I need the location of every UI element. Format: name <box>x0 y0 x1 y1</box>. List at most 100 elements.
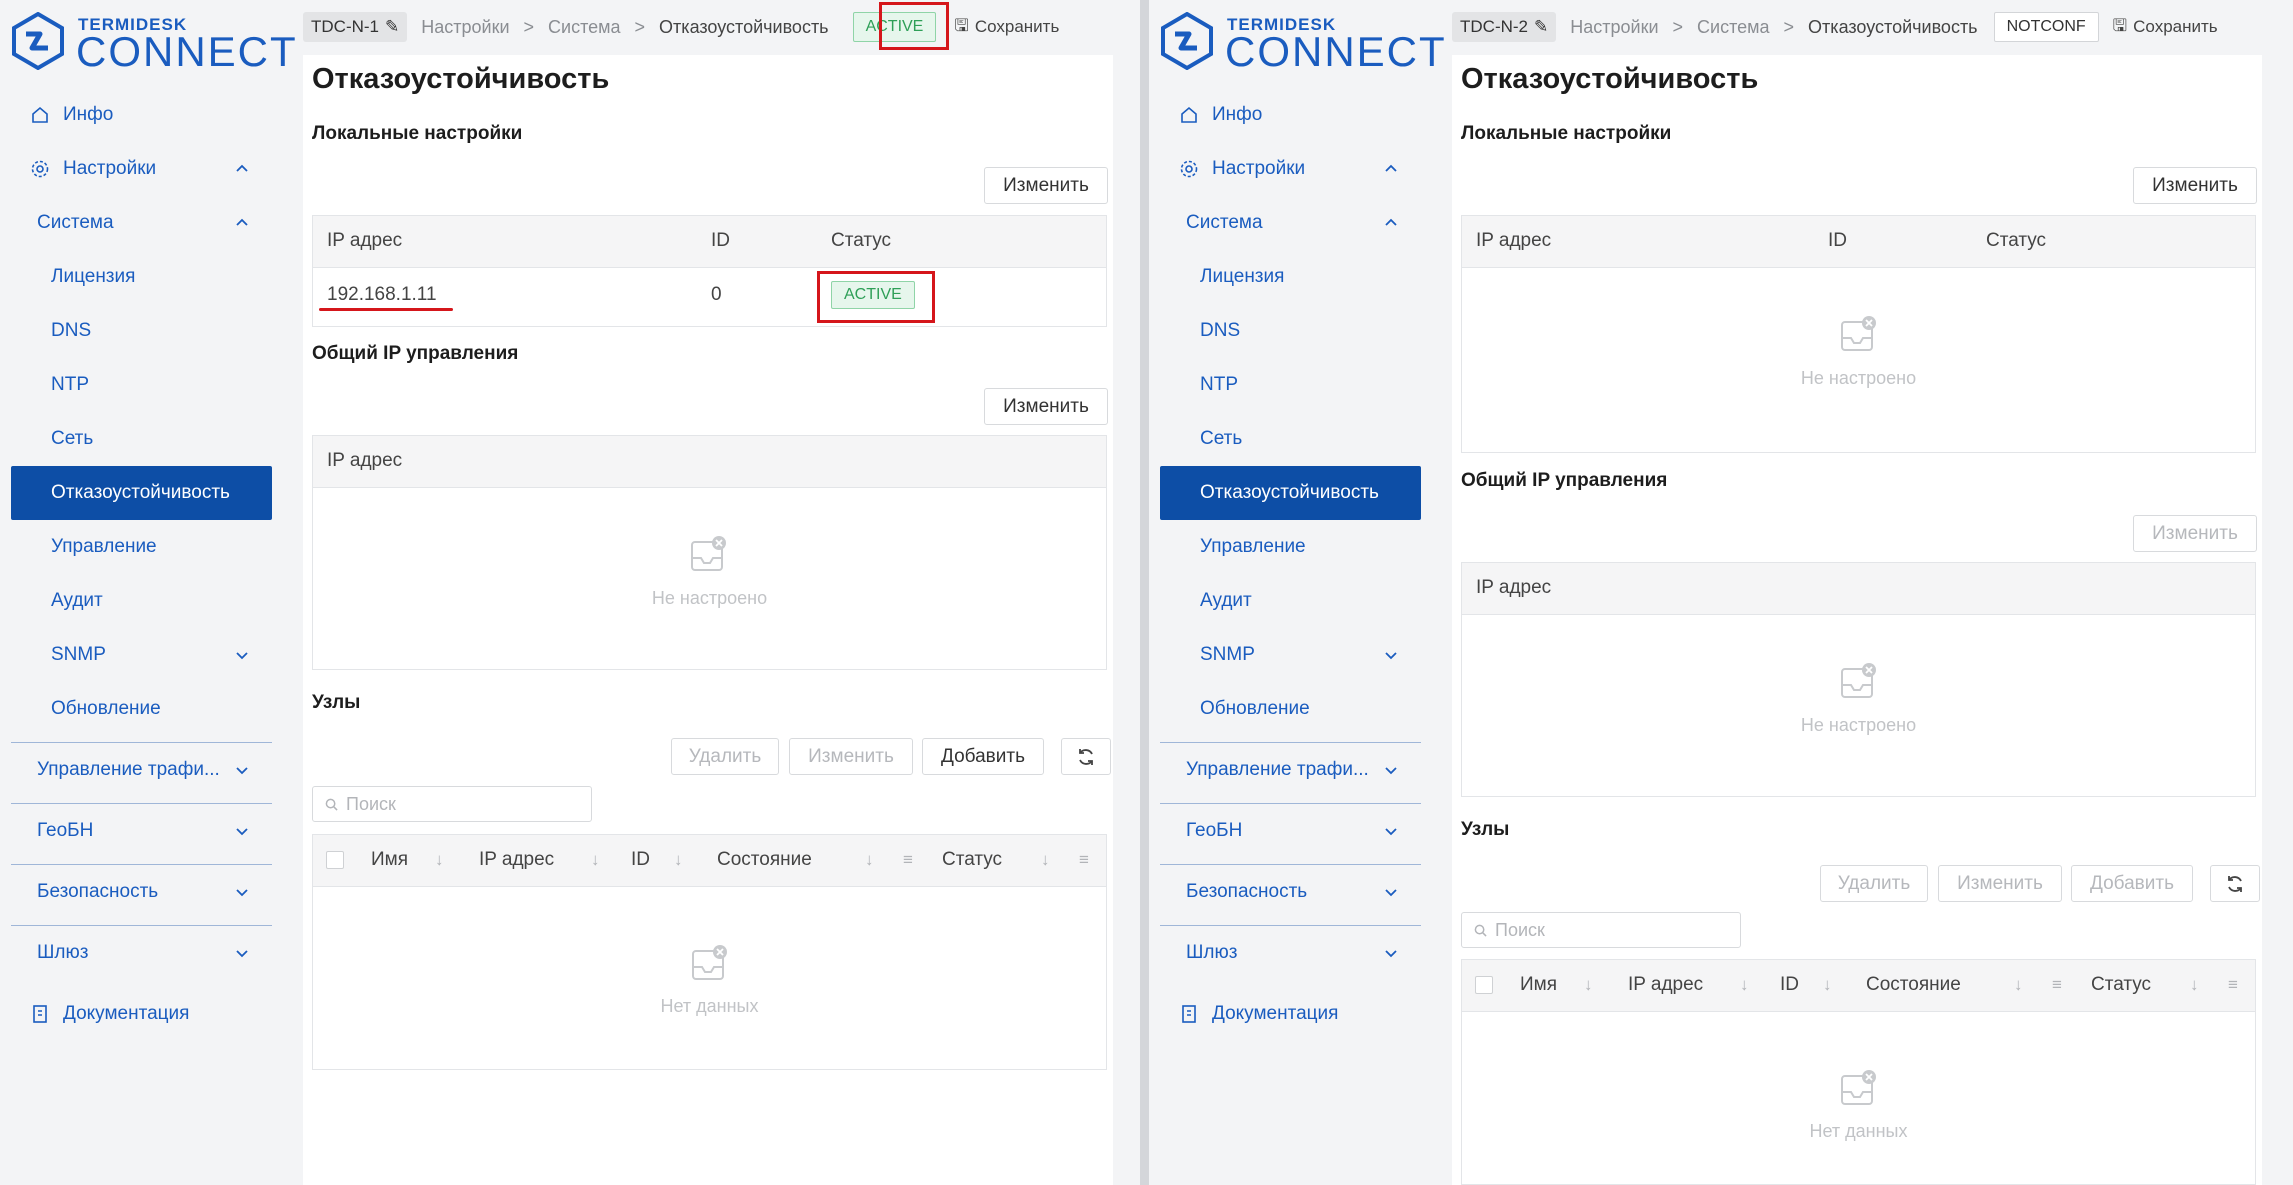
breadcrumb-system[interactable]: Система <box>548 17 621 38</box>
table-header: IP адрес ID Статус <box>313 216 1106 268</box>
breadcrumb-system[interactable]: Система <box>1697 17 1770 38</box>
nav-dns[interactable]: DNS <box>11 304 272 358</box>
topbar: TDC-N-2 ✎ Настройки > Система > Отказоуст… <box>1452 10 2262 44</box>
search-icon <box>1474 924 1487 937</box>
nav-dns-label: DNS <box>51 320 92 341</box>
add-button[interactable]: Добавить <box>2071 865 2193 902</box>
nav-geobn[interactable]: ГеоБН <box>11 803 272 858</box>
delete-button[interactable]: Удалить <box>671 738 779 775</box>
refresh-button[interactable] <box>2210 865 2260 902</box>
local-table: IP адрес ID Статус Не настроено <box>1461 215 2256 453</box>
filter-icon[interactable]: ≡ <box>1079 850 1089 870</box>
save-button[interactable]: 🖫 Сохранить <box>2113 13 2218 42</box>
edit-button[interactable]: Изменить <box>984 388 1108 425</box>
nav-failover[interactable]: Отказоустойчивость <box>1160 466 1421 520</box>
nav-audit[interactable]: Аудит <box>11 574 272 628</box>
nav-snmp[interactable]: SNMP <box>1160 628 1421 682</box>
col-ip[interactable]: IP адрес <box>1628 974 1703 996</box>
chevron-down-icon <box>1385 767 1397 775</box>
filter-icon[interactable]: ≡ <box>2052 975 2062 995</box>
nav-info[interactable]: Инфо <box>1160 88 1421 142</box>
col-status[interactable]: Статус <box>942 849 1002 871</box>
edit-button[interactable]: Изменить <box>2133 167 2257 204</box>
nav-docs[interactable]: Документация <box>1160 986 1421 1041</box>
sort-icon[interactable]: ↓ <box>865 850 874 870</box>
nav-settings[interactable]: Настройки <box>1160 142 1421 196</box>
section-shared-ip: Общий IP управления <box>1461 470 1668 491</box>
nav-info[interactable]: Инфо <box>11 88 272 142</box>
col-status[interactable]: Статус <box>2091 974 2151 996</box>
node-chip[interactable]: TDC-N-1 ✎ <box>303 12 408 42</box>
nav-settings[interactable]: Настройки <box>11 142 272 196</box>
nav-info-label: Инфо <box>63 104 114 125</box>
nav-gateway[interactable]: Шлюз <box>1160 925 1421 980</box>
sort-icon[interactable]: ↓ <box>435 850 444 870</box>
nav-license[interactable]: Лицензия <box>11 250 272 304</box>
nav-security[interactable]: Безопасность <box>1160 864 1421 919</box>
nav-management-label: Управление <box>51 536 157 557</box>
nav-snmp-label: SNMP <box>51 644 106 665</box>
nav-docs[interactable]: Документация <box>11 986 272 1041</box>
nav-traffic[interactable]: Управление трафи... <box>1160 742 1421 797</box>
sort-icon[interactable]: ↓ <box>1740 975 1749 995</box>
nav-update[interactable]: Обновление <box>11 682 272 736</box>
nav-ntp[interactable]: NTP <box>11 358 272 412</box>
search-input[interactable]: Поиск <box>1461 912 1741 948</box>
nav-management[interactable]: Управление <box>1160 520 1421 574</box>
edit-button[interactable]: Изменить <box>1938 865 2062 902</box>
col-ip[interactable]: IP адрес <box>479 849 554 871</box>
nav-system[interactable]: Система <box>1160 196 1421 250</box>
nav-update[interactable]: Обновление <box>1160 682 1421 736</box>
filter-icon[interactable]: ≡ <box>903 850 913 870</box>
nav-geobn[interactable]: ГеоБН <box>1160 803 1421 858</box>
breadcrumb-settings[interactable]: Настройки <box>1570 17 1658 38</box>
select-all-checkbox[interactable] <box>1475 976 1493 994</box>
nav-failover-label: Отказоустойчивость <box>1200 482 1379 503</box>
nav-dns[interactable]: DNS <box>1160 304 1421 358</box>
sort-icon[interactable]: ↓ <box>1584 975 1593 995</box>
col-id[interactable]: ID <box>1780 974 1799 996</box>
delete-button[interactable]: Удалить <box>1820 865 1928 902</box>
pencil-icon: ✎ <box>1534 17 1549 36</box>
nav-network[interactable]: Сеть <box>11 412 272 466</box>
sort-icon[interactable]: ↓ <box>674 850 683 870</box>
nav-gateway[interactable]: Шлюз <box>11 925 272 980</box>
edit-button[interactable]: Изменить <box>2133 515 2257 552</box>
nav-network[interactable]: Сеть <box>1160 412 1421 466</box>
table-row[interactable]: 192.168.1.11 0 ACTIVE <box>313 268 1106 326</box>
nav-failover[interactable]: Отказоустойчивость <box>11 466 272 520</box>
nav-snmp[interactable]: SNMP <box>11 628 272 682</box>
col-state[interactable]: Состояние <box>717 849 812 871</box>
section-shared-ip: Общий IP управления <box>312 343 519 364</box>
search-input[interactable]: Поиск <box>312 786 592 822</box>
edit-button[interactable]: Изменить <box>984 167 1108 204</box>
search-icon <box>325 798 338 811</box>
sort-icon[interactable]: ↓ <box>591 850 600 870</box>
refresh-button[interactable] <box>1061 738 1111 775</box>
sort-icon[interactable]: ↓ <box>2014 975 2023 995</box>
nav-system[interactable]: Система <box>11 196 272 250</box>
logo: TERMIDESK CONNECT <box>10 12 296 74</box>
breadcrumb-settings[interactable]: Настройки <box>421 17 509 38</box>
nav-security[interactable]: Безопасность <box>11 864 272 919</box>
add-button[interactable]: Добавить <box>922 738 1044 775</box>
nav-audit[interactable]: Аудит <box>1160 574 1421 628</box>
sort-icon[interactable]: ↓ <box>1823 975 1832 995</box>
filter-icon[interactable]: ≡ <box>2228 975 2238 995</box>
select-all-checkbox[interactable] <box>326 851 344 869</box>
nav-traffic[interactable]: Управление трафи... <box>11 742 272 797</box>
sort-icon[interactable]: ↓ <box>2190 975 2199 995</box>
nav-management[interactable]: Управление <box>11 520 272 574</box>
chevron-down-icon <box>236 889 248 897</box>
col-id[interactable]: ID <box>631 849 650 871</box>
sort-icon[interactable]: ↓ <box>1041 850 1050 870</box>
node-chip[interactable]: TDC-N-2 ✎ <box>1452 12 1557 42</box>
nav-license[interactable]: Лицензия <box>1160 250 1421 304</box>
edit-button[interactable]: Изменить <box>789 738 913 775</box>
save-button[interactable]: 🖫 Сохранить <box>954 13 1059 42</box>
col-name[interactable]: Имя <box>1520 974 1557 996</box>
nav-gateway-label: Шлюз <box>37 942 89 963</box>
col-state[interactable]: Состояние <box>1866 974 1961 996</box>
col-name[interactable]: Имя <box>371 849 408 871</box>
nav-ntp[interactable]: NTP <box>1160 358 1421 412</box>
